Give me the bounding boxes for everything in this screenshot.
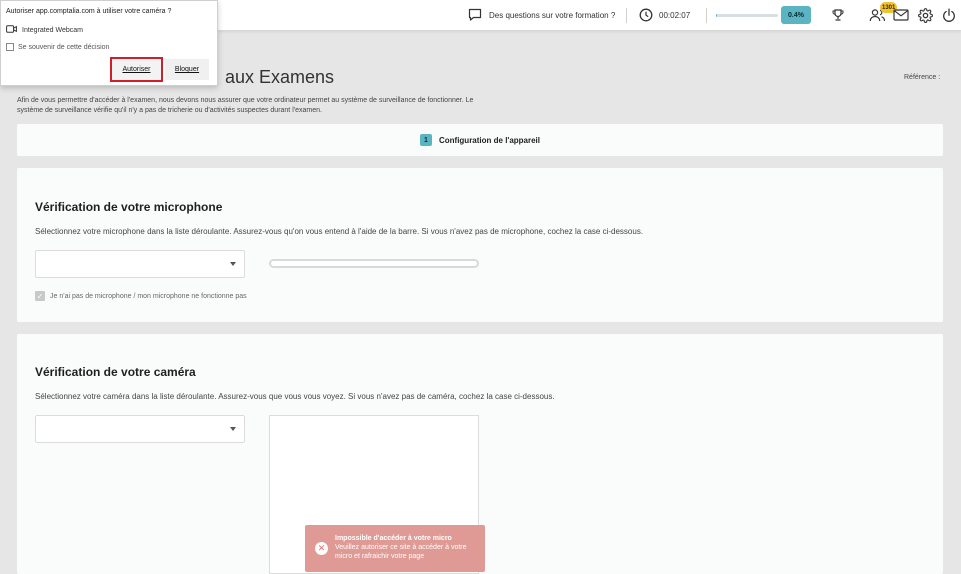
remember-checkbox[interactable] (6, 43, 14, 51)
trophy-icon[interactable] (829, 6, 847, 24)
remember-label: Se souvenir de cette décision (18, 43, 110, 51)
toast-title: Impossible d'accéder à votre micro (335, 535, 452, 542)
microphone-title: Vérification de votre microphone (35, 200, 223, 214)
error-toast[interactable]: ✕ Impossible d'accéder à votre micro Veu… (305, 525, 485, 572)
camera-title: Vérification de votre caméra (35, 365, 196, 379)
error-icon: ✕ (315, 542, 328, 555)
microphone-section: Vérification de votre microphone Sélecti… (17, 168, 943, 322)
gear-icon[interactable] (916, 6, 934, 24)
reference-label: Référence : (904, 74, 941, 81)
power-icon[interactable] (940, 6, 958, 24)
microphone-select[interactable] (35, 250, 245, 278)
questions-label: Des questions sur votre formation ? (489, 11, 616, 20)
block-button[interactable]: Bloquer (165, 59, 209, 80)
divider (626, 8, 627, 23)
clock-icon (639, 8, 653, 24)
divider (706, 8, 707, 23)
exam-timer: 00:02:07 (639, 0, 690, 31)
step-label: Configuration de l'appareil (438, 135, 541, 145)
timer-value: 00:02:07 (659, 11, 691, 20)
camera-permission-popup: Autoriser app.comptalia.com à utiliser v… (0, 0, 218, 86)
questions-link[interactable]: Des questions sur votre formation ? (468, 0, 615, 31)
chevron-down-icon (230, 262, 236, 266)
permission-device: Integrated Webcam (6, 25, 83, 35)
step-number: 1 (419, 134, 432, 146)
camera-description: Sélectionnez votre caméra dans la liste … (35, 392, 555, 401)
step-card: 1 Configuration de l'appareil (17, 124, 943, 156)
allow-button[interactable]: Autoriser (110, 57, 163, 82)
no-microphone-checkbox[interactable]: ✓ (35, 291, 45, 301)
toast-content: Impossible d'accéder à votre micro Veuil… (335, 534, 480, 561)
progress-bar (716, 14, 778, 17)
device-name: Integrated Webcam (22, 26, 83, 34)
no-microphone-option[interactable]: ✓ Je n'ai pas de microphone / mon microp… (35, 291, 247, 301)
mail-icon[interactable] (892, 6, 910, 24)
camera-select[interactable] (35, 415, 245, 443)
toast-message: Veuillez autoriser ce site à accéder à v… (335, 544, 467, 560)
microphone-description: Sélectionnez votre microphone dans la li… (35, 227, 644, 236)
remember-decision[interactable]: Se souvenir de cette décision (6, 43, 109, 51)
page-title: aux Examens (225, 67, 335, 87)
microphone-level-bar (269, 259, 479, 268)
no-microphone-label: Je n'ai pas de microphone / mon micropho… (50, 292, 247, 300)
chevron-down-icon (230, 427, 236, 431)
progress-badge: 0.4% (781, 6, 811, 24)
permission-title: Autoriser app.comptalia.com à utiliser v… (6, 8, 172, 15)
webcam-icon (6, 25, 17, 35)
intro-text: Afin de vous permettre d'accéder à l'exa… (17, 97, 474, 114)
chat-icon (468, 8, 482, 23)
